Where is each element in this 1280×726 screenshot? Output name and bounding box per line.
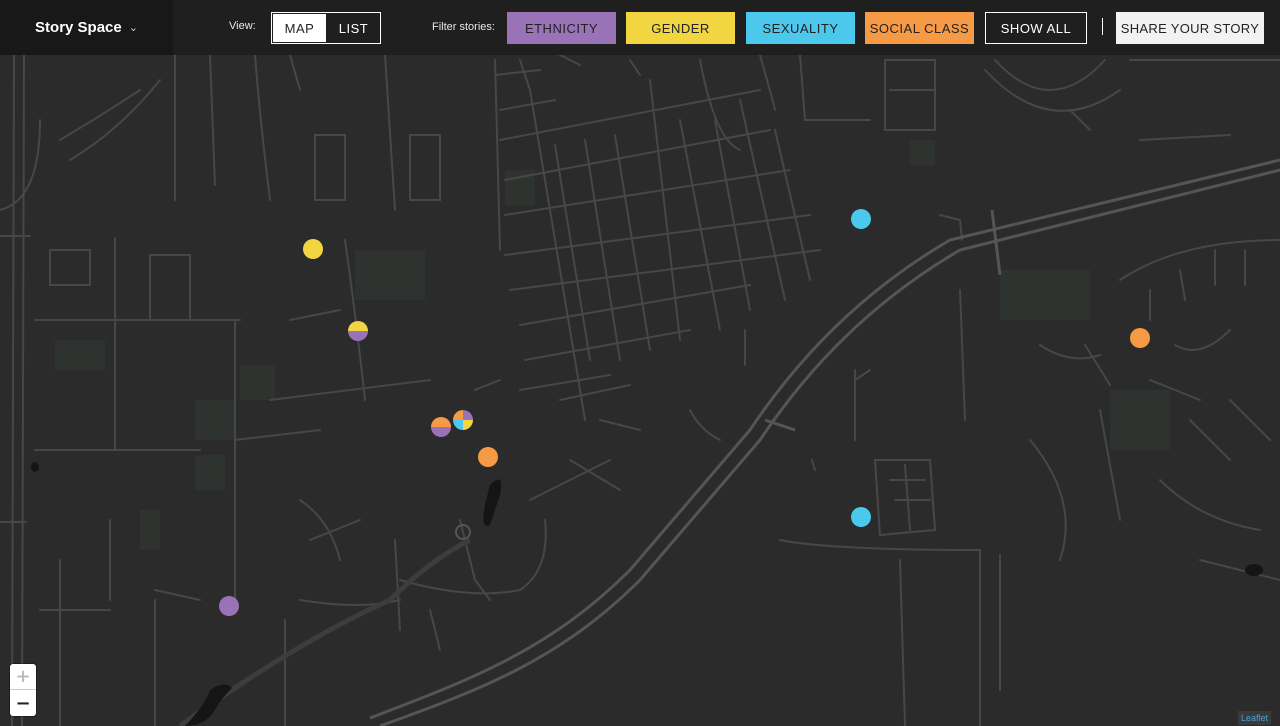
social-class-story-marker[interactable]: [1130, 328, 1150, 348]
view-list-button[interactable]: LIST: [327, 13, 380, 43]
zoom-out-button[interactable]: −: [10, 690, 36, 716]
multi-category-story-marker[interactable]: [453, 410, 473, 430]
map-attribution-link[interactable]: Leaflet: [1238, 711, 1272, 725]
gender-story-marker[interactable]: [303, 239, 323, 259]
map-basemap: [0, 55, 1280, 726]
filter-gender-button[interactable]: GENDER: [626, 12, 735, 44]
social-class-ethnicity-story-marker[interactable]: [431, 417, 451, 437]
header-divider: [1102, 18, 1103, 35]
filter-ethnicity-button[interactable]: ETHNICITY: [507, 12, 616, 44]
show-all-button[interactable]: SHOW ALL: [985, 12, 1087, 44]
zoom-in-button[interactable]: +: [10, 664, 36, 690]
view-map-button[interactable]: MAP: [273, 14, 326, 42]
ethnicity-story-marker[interactable]: [219, 596, 239, 616]
filter-social-class-button[interactable]: SOCIAL CLASS: [865, 12, 974, 44]
filter-sexuality-button[interactable]: SEXUALITY: [746, 12, 855, 44]
social-class-story-marker[interactable]: [478, 447, 498, 467]
view-label: View:: [229, 20, 256, 32]
view-toggle: MAP LIST: [271, 12, 381, 44]
chevron-down-icon: ⌄: [128, 22, 138, 34]
top-navigation-bar: Story Space ⌄ View: MAP LIST Filter stor…: [0, 0, 1280, 55]
brand-title: Story Space: [35, 19, 122, 36]
filter-label: Filter stories:: [432, 21, 495, 33]
map-canvas[interactable]: + − Leaflet: [0, 55, 1280, 726]
brand-menu[interactable]: Story Space ⌄: [0, 0, 173, 55]
share-your-story-button[interactable]: SHARE YOUR STORY: [1116, 12, 1264, 44]
zoom-control: + −: [10, 664, 36, 716]
sexuality-story-marker[interactable]: [851, 507, 871, 527]
gender-ethnicity-story-marker[interactable]: [348, 321, 368, 341]
sexuality-story-marker[interactable]: [851, 209, 871, 229]
